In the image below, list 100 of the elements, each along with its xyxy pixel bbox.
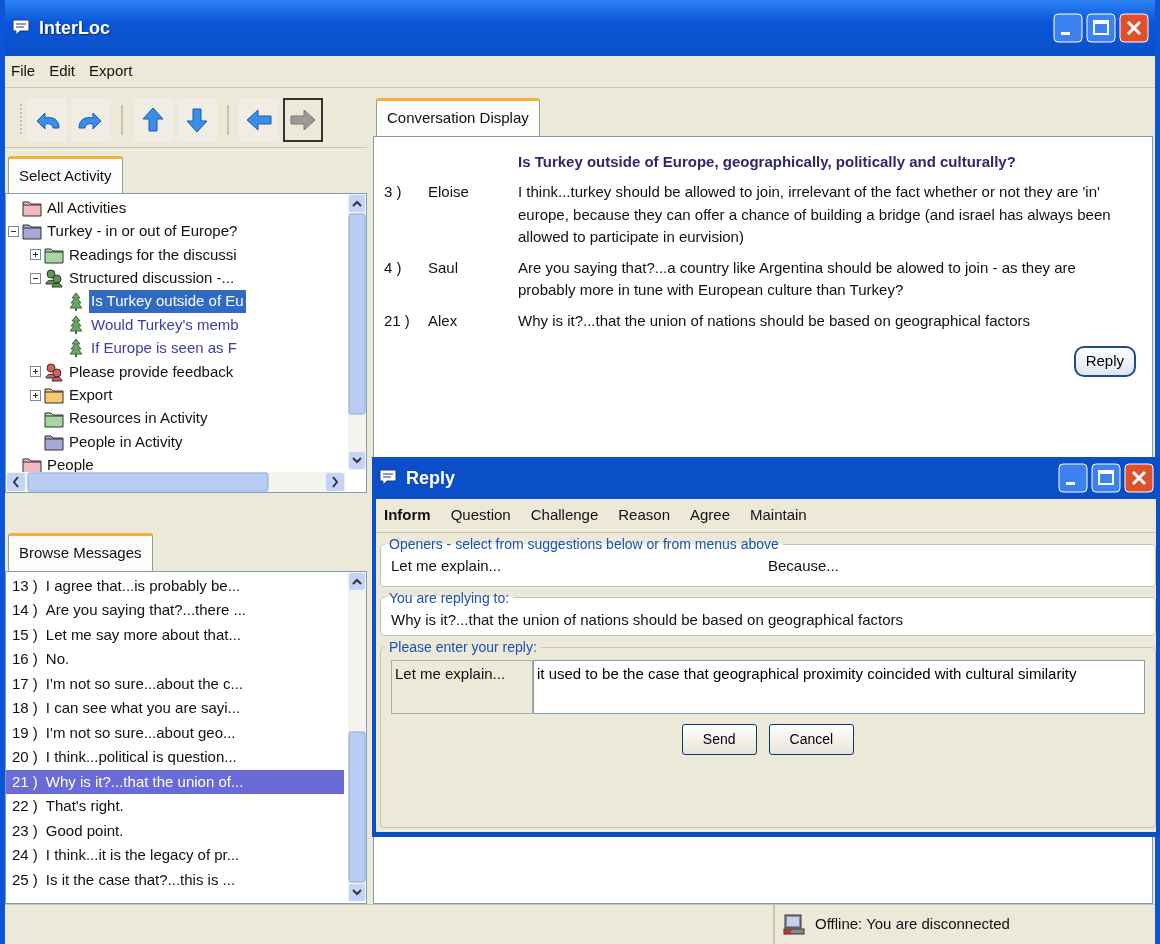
message-item[interactable]: 19 ) I'm not so sure...about geo... [6, 720, 344, 746]
scrollbar[interactable] [348, 571, 366, 902]
message-item[interactable]: 22 ) That's right. [6, 794, 344, 819]
message-item[interactable]: 15 ) Let me say more about that... [6, 622, 344, 648]
question-heading: Is Turkey outside of Europe, geographically, politically and culturally? [518, 151, 1017, 172]
menu-item[interactable]: Agree [690, 504, 730, 527]
dialog-button[interactable]: Cancel [768, 724, 855, 755]
menu-item[interactable]: Edit [49, 60, 76, 83]
tab[interactable]: Select Activity [8, 155, 123, 194]
dialog-button[interactable]: Send [681, 724, 757, 755]
minimize-button[interactable] [1058, 463, 1088, 493]
message-number: 15 ) [12, 624, 38, 645]
message-item[interactable]: 21 ) Why is it?...that the union of... [6, 769, 344, 795]
opener-label: Let me explain... [391, 660, 533, 714]
reply-input[interactable]: it used to be the case that geographical proximity coincided with cultural similarity [533, 660, 1145, 714]
message-text: That's right. [45, 796, 124, 817]
message-text: Are you saying that?...there ... [45, 600, 246, 621]
expander-icon[interactable] [30, 272, 41, 284]
tab[interactable]: Conversation Display [376, 98, 540, 136]
reply-button[interactable]: Reply [1073, 346, 1136, 377]
message-item[interactable]: 14 ) Are you saying that?...there ... [6, 598, 344, 623]
tree-item[interactable]: Turkey - in or out of Europe? [45, 220, 240, 243]
fieldset-legend: Openers - select from suggestions below or from menus above [385, 537, 783, 551]
message-number: 21 ) [12, 771, 38, 792]
message-text: I'm not so sure...about geo... [45, 722, 236, 743]
tree-icon [66, 338, 86, 359]
message-text: I can see what you are sayi... [45, 698, 241, 719]
message-text: Why is it?...that the union of... [45, 771, 244, 792]
scrollbar[interactable] [348, 194, 366, 471]
tree-item[interactable]: Would Turkey's memb [89, 313, 241, 337]
redo-button[interactable] [71, 98, 111, 143]
selected-menu-item[interactable]: Inform [384, 504, 431, 527]
menu-item[interactable]: Challenge [530, 504, 599, 527]
message-text: I think...turkey should be allowed to join, irrelevant of the fact whether or not they are 'in' europe, because they can offer a chance of building a bridge (and israel has always been allowed to participate in eurvision) [518, 182, 1112, 247]
tree-item[interactable]: Readings for the discussi [67, 243, 239, 267]
message-item[interactable]: 18 ) I can see what you are sayi... [6, 696, 344, 721]
author-name: Saul [428, 257, 460, 278]
close-button[interactable] [1119, 13, 1149, 43]
window-title: Reply [406, 466, 456, 490]
message-number: 25 ) [12, 869, 38, 890]
down-button[interactable] [177, 98, 217, 143]
tab[interactable]: Browse Messages [8, 533, 153, 571]
tree-item[interactable]: People in Activity [67, 430, 185, 454]
tree-item[interactable]: Export [67, 383, 115, 407]
scrollbar[interactable] [6, 472, 346, 493]
menu-item[interactable]: Maintain [750, 504, 807, 527]
tree-item[interactable]: Resources in Activity [67, 407, 210, 430]
message-item[interactable]: 17 ) I'm not so sure...about the c... [6, 671, 344, 697]
tree-icon [66, 291, 86, 312]
message-item[interactable]: 13 ) I agree that...is probably be... [6, 573, 344, 599]
message-number: 18 ) [12, 698, 38, 719]
message-item[interactable]: 25 ) Is it the case that?...this is ... [6, 867, 344, 893]
message-text: I think...it is the legacy of pr... [45, 845, 240, 866]
message-item[interactable]: 24 ) I think...it is the legacy of pr... [6, 843, 344, 868]
tree-item[interactable]: People [45, 454, 96, 473]
tree-item[interactable]: If Europe is seen as F [89, 337, 239, 360]
message-number: 22 ) [12, 796, 38, 817]
message-item[interactable]: 23 ) Good point. [6, 818, 344, 844]
back-button[interactable] [239, 98, 279, 143]
opener-option[interactable]: Because... [768, 555, 1145, 578]
maximize-button[interactable] [1086, 13, 1116, 43]
tree-item[interactable]: Is Turkey outside of Eu [89, 290, 246, 313]
close-button[interactable] [1124, 463, 1154, 493]
chat-icon [11, 18, 31, 38]
minimize-button[interactable] [1053, 13, 1083, 43]
computer-icon [783, 913, 805, 936]
tree-icon [66, 315, 86, 335]
menu-item[interactable]: Export [89, 60, 133, 83]
message-number: 17 ) [12, 673, 38, 694]
menu-item[interactable]: Reason [618, 504, 670, 527]
message-number: 24 ) [12, 845, 38, 866]
opener-option[interactable]: Let me explain... [391, 555, 768, 578]
tree-item[interactable]: All Activities [45, 196, 129, 220]
message-number: 19 ) [12, 722, 38, 743]
expander-icon[interactable] [30, 366, 41, 378]
up-button[interactable] [133, 98, 173, 143]
maximize-button[interactable] [1091, 463, 1121, 493]
fieldset-legend: Please enter your reply: [385, 640, 541, 654]
message-text: I'm not so sure...about the c... [45, 673, 243, 694]
message-text: Why is it?...that the union of nations should be based on geographical factors [518, 310, 1031, 331]
status-text: Offline: You are disconnected [815, 914, 1010, 935]
message-text: Are you saying that?...a country like Argentina should be alowed to join - as they are probably more in tune with European culture than Turkey? [518, 257, 1077, 300]
message-number: 4 ) [384, 257, 403, 278]
tree-item[interactable]: Structured discussion -... [67, 266, 237, 290]
message-number: 14 ) [12, 600, 38, 621]
window-title: InterLoc [39, 16, 110, 40]
message-text: Let me say more about that... [45, 624, 241, 645]
expander-icon[interactable] [30, 249, 41, 261]
quoted-message: Why is it?...that the union of nations should be based on geographical factors [391, 609, 904, 630]
expander-icon[interactable] [8, 225, 19, 237]
message-number: 3 ) [384, 182, 403, 202]
message-item[interactable]: 16 ) No. [6, 647, 344, 672]
undo-button[interactable] [27, 98, 67, 143]
menu-item[interactable]: File [11, 60, 36, 83]
menu-item[interactable]: Question [450, 504, 511, 527]
message-item[interactable]: 20 ) I think...political is question... [6, 745, 344, 770]
message-text: Good point. [45, 820, 124, 841]
message-text: I think...political is question... [45, 747, 237, 768]
expander-icon[interactable] [30, 389, 41, 401]
tree-item[interactable]: Please provide feedback [67, 360, 236, 384]
